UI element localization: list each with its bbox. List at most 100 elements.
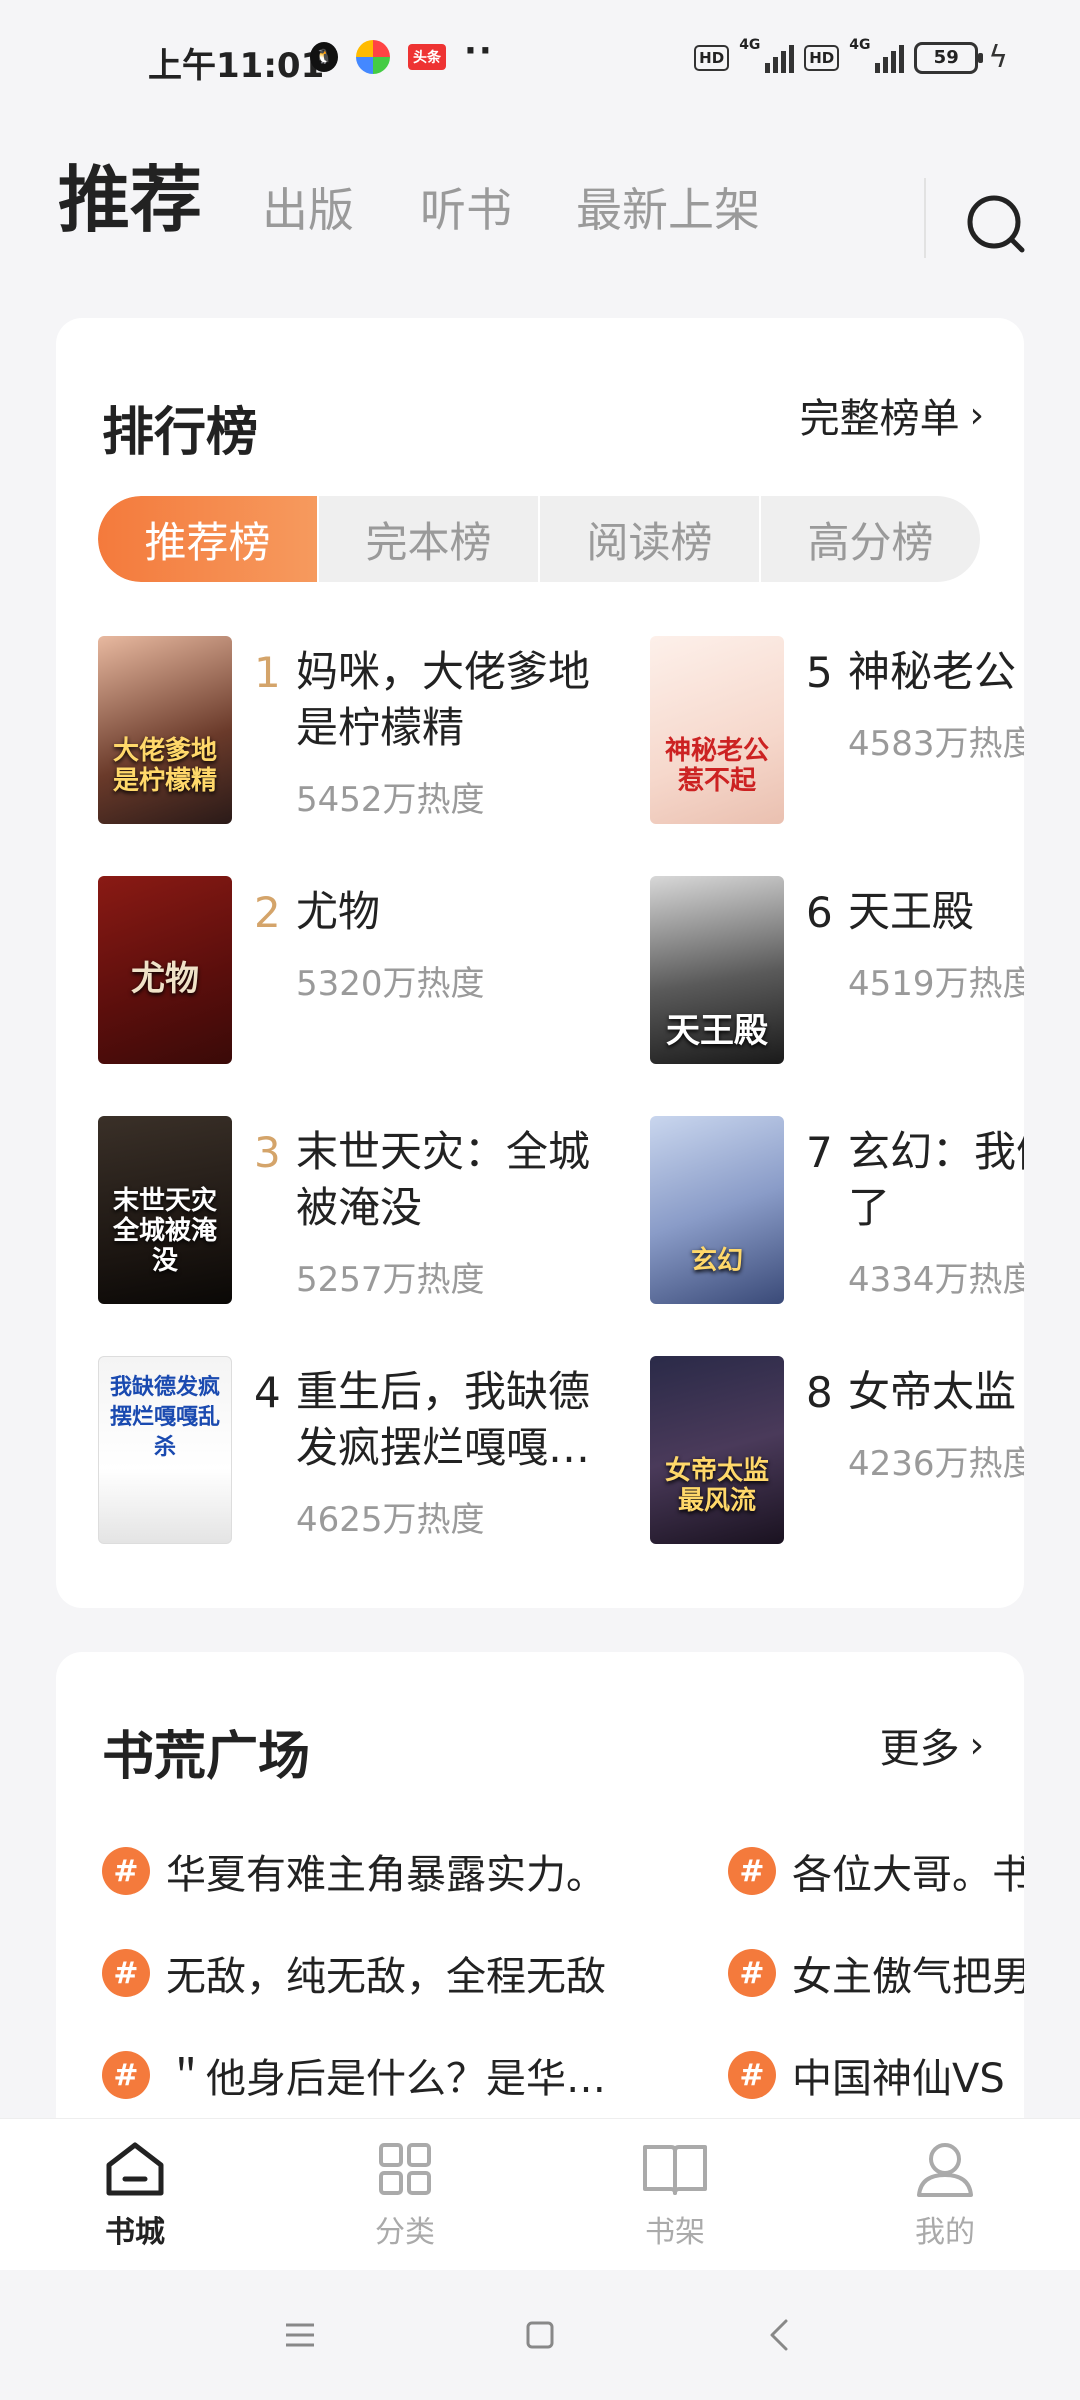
book-cover: 尤物 — [98, 876, 232, 1064]
hashtag-icon: # — [102, 2051, 150, 2099]
book-item[interactable]: 玄幻 7 玄幻：我候无敌了 4334万热度 — [650, 1116, 1024, 1306]
nav-label: 书架 — [645, 2214, 705, 2250]
qq-icon: 🐧 — [310, 42, 338, 72]
book-rank: 3 — [254, 1128, 281, 1177]
ranking-title: 排行榜 — [102, 403, 259, 463]
book-item[interactable]: 大佬爹地是柠檬精 1 妈咪，大佬爹地是柠檬精 5452万热度 — [98, 636, 658, 826]
book-rank: 1 — [254, 648, 281, 697]
book-rank: 2 — [254, 888, 281, 937]
ranking-book-list: 大佬爹地是柠檬精 1 妈咪，大佬爹地是柠檬精 5452万热度 尤物 2 尤物 5… — [98, 636, 1024, 1576]
book-cover: 女帝太监最风流 — [650, 1356, 784, 1544]
square-more-link[interactable]: 更多 › — [880, 1716, 984, 1774]
topic-item[interactable]: # ＂他身后是什么？是华… — [102, 2046, 622, 2104]
hashtag-icon: # — [102, 1949, 150, 1997]
book-heat: 4236万热度 — [848, 1444, 1024, 1484]
hashtag-icon: # — [728, 1847, 776, 1895]
book-heat: 4583万热度 — [848, 724, 1024, 764]
topic-item[interactable]: # 中国神仙VS — [728, 2046, 1024, 2104]
topic-item[interactable]: # 无敌，纯无敌，全程无敌 — [102, 1944, 622, 2002]
nav-bookshelf[interactable]: 书架 — [540, 2119, 810, 2270]
book-title: 重生后，我缺德发疯摆烂嘎嘎… — [296, 1367, 591, 1472]
book-item[interactable]: 末世天灾全城被淹没 3 末世天灾：全城被淹没 5257万热度 — [98, 1116, 658, 1306]
system-nav-bar — [0, 2270, 1080, 2400]
tab-recommend[interactable]: 推荐 — [58, 141, 202, 246]
segment-completed[interactable]: 完本榜 — [319, 496, 540, 582]
search-icon[interactable] — [958, 186, 1034, 262]
segment-high-score[interactable]: 高分榜 — [761, 496, 980, 582]
book-icon — [643, 2144, 707, 2195]
menu-icon[interactable] — [280, 2315, 320, 2355]
book-title: 末世天灾：全城被淹没 — [296, 1127, 591, 1232]
back-icon[interactable] — [760, 2315, 800, 2355]
nav-profile[interactable]: 我的 — [810, 2119, 1080, 2270]
signal-icon-2: 4G — [849, 37, 905, 73]
book-rank: 5 — [806, 648, 833, 697]
book-item[interactable]: 女帝太监最风流 8 女帝太监 4236万热度 — [650, 1356, 1024, 1546]
book-item[interactable]: 天王殿 6 天王殿 4519万热度 — [650, 876, 1024, 1066]
tab-new-arrivals[interactable]: 最新上架 — [576, 174, 760, 240]
ranking-segments: 推荐榜 完本榜 阅读榜 高分榜 — [98, 496, 980, 582]
nav-category[interactable]: 分类 — [270, 2119, 540, 2270]
top-tabs: 推荐 出版 听书 最新上架 — [58, 150, 1038, 260]
book-title: 女帝太监 — [848, 1367, 1017, 1416]
notification-icons: 🐧 头条 ·· — [310, 31, 494, 74]
battery-percent: 59 — [933, 47, 959, 68]
chevron-right-icon: › — [969, 394, 984, 436]
book-cover: 大佬爹地是柠檬精 — [98, 636, 232, 824]
toutiao-icon: 头条 — [408, 44, 446, 70]
signal-icon: 4G — [739, 37, 795, 73]
square-more-label: 更多 — [879, 1726, 960, 1772]
hd-badge-2: HD — [804, 44, 840, 71]
nav-label: 书城 — [105, 2214, 165, 2250]
more-notifications-icon: ·· — [464, 31, 494, 71]
nav-bookstore[interactable]: 书城 — [0, 2119, 270, 2270]
status-time: 上午11:01 — [148, 46, 325, 86]
book-title: 玄幻：我候无敌了 — [848, 1127, 1024, 1232]
home-icon — [106, 2142, 164, 2195]
book-item[interactable]: 神秘老公惹不起 5 神秘老公 4583万热度 — [650, 636, 1024, 826]
full-ranking-link[interactable]: 完整榜单 › — [800, 386, 984, 444]
square-title: 书荒广场 — [102, 1727, 311, 1787]
book-heat: 5320万热度 — [296, 964, 485, 1004]
book-cover: 末世天灾全城被淹没 — [98, 1116, 232, 1304]
book-heat: 5257万热度 — [296, 1260, 485, 1300]
home-square-icon[interactable] — [520, 2315, 560, 2355]
hd-badge: HD — [694, 44, 730, 71]
book-cover: 玄幻 — [650, 1116, 784, 1304]
chevron-right-icon: › — [969, 1724, 984, 1766]
segment-recommend[interactable]: 推荐榜 — [98, 496, 319, 582]
book-rank: 6 — [806, 888, 833, 937]
book-title: 天王殿 — [848, 887, 975, 936]
book-heat: 5452万热度 — [296, 780, 485, 820]
book-cover: 我缺德发疯摆烂嘎嘎乱杀 — [98, 1356, 232, 1544]
person-icon — [917, 2142, 973, 2197]
bottom-nav: 书城 分类 书架 我的 — [0, 2118, 1080, 2270]
topic-item[interactable]: # 女主傲气把男 — [728, 1944, 1024, 2002]
topic-item[interactable]: # 各位大哥。书 — [728, 1842, 1024, 1900]
book-cover: 神秘老公惹不起 — [650, 636, 784, 824]
hashtag-icon: # — [728, 1949, 776, 1997]
nav-label: 分类 — [375, 2214, 435, 2250]
status-indicators: HD 4G HD 4G 59 ϟ — [694, 37, 1008, 75]
hashtag-icon: # — [102, 1847, 150, 1895]
book-item[interactable]: 我缺德发疯摆烂嘎嘎乱杀 4 重生后，我缺德发疯摆烂嘎嘎… 4625万热度 — [98, 1356, 658, 1546]
ranking-card: 排行榜 完整榜单 › 推荐榜 完本榜 阅读榜 高分榜 大佬爹地是柠檬精 1 妈咪… — [56, 318, 1024, 1608]
pinwheel-app-icon — [356, 40, 390, 74]
tab-audiobook[interactable]: 听书 — [420, 174, 512, 240]
book-heat: 4519万热度 — [848, 964, 1024, 1004]
tab-divider — [924, 178, 926, 258]
tab-publish[interactable]: 出版 — [262, 174, 354, 240]
book-title: 尤物 — [296, 887, 381, 936]
battery-icon: 59 — [914, 41, 984, 74]
book-heat: 4625万热度 — [296, 1500, 485, 1540]
book-rank: 7 — [806, 1128, 833, 1177]
topic-item[interactable]: # 华夏有难主角暴露实力。 — [102, 1842, 622, 1900]
hashtag-icon: # — [728, 2051, 776, 2099]
book-title: 妈咪，大佬爹地是柠檬精 — [296, 647, 591, 752]
book-title: 神秘老公 — [848, 647, 1017, 696]
book-rank: 8 — [806, 1368, 833, 1417]
segment-reading[interactable]: 阅读榜 — [540, 496, 761, 582]
book-item[interactable]: 尤物 2 尤物 5320万热度 — [98, 876, 658, 1066]
book-heat: 4334万热度 — [848, 1260, 1024, 1300]
book-cover: 天王殿 — [650, 876, 784, 1064]
